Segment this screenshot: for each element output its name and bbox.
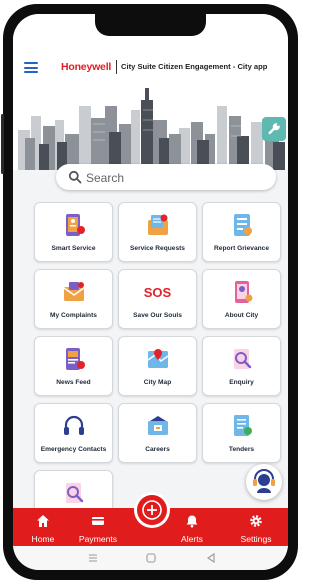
tile-label: News Feed [56,379,91,386]
tile-enquiry[interactable]: Enquiry [202,336,281,396]
tile-report-grievance[interactable]: Report Grievance [202,202,281,262]
nav-label: Alerts [181,534,203,544]
tile-label: Save Our Souls [133,312,182,319]
back-triangle-icon[interactable] [205,552,217,564]
support-agent-icon [253,469,275,493]
tile-emergency-contacts[interactable]: Emergency Contacts [34,403,113,463]
tile-label: Service Requests [130,245,185,252]
search-input[interactable] [84,164,268,192]
system-navigation-bar [13,546,288,570]
tile-about-city[interactable]: About City [202,269,281,329]
search-bar[interactable] [56,164,276,192]
tile-careers[interactable]: Careers [118,403,197,463]
tile-label: About City [224,312,259,319]
tile-save-our-souls[interactable]: SOS Save Our Souls [118,269,197,329]
tile-label: Careers [145,446,170,453]
document-search-icon [66,483,84,503]
about-city-icon [235,281,253,303]
add-request-fab[interactable] [137,495,167,525]
phone-frame: Honeywell City Suite Citizen Engagement … [1,4,298,580]
support-chat-button[interactable] [246,464,282,500]
tile-label: City Map [143,379,172,386]
nav-label: Settings [240,534,272,544]
tile-label: Tenders [228,446,255,453]
smart-service-icon [66,214,85,236]
nav-label: Home [31,534,55,544]
city-map-icon [147,349,169,368]
nav-settings[interactable]: Settings [231,511,281,545]
nav-home[interactable]: Home [18,511,68,545]
enquiry-icon [234,349,252,369]
card-icon [92,517,104,525]
service-requests-icon [148,214,168,235]
nav-payments[interactable]: Payments [73,511,123,545]
tile-smart-service[interactable]: Smart Service [34,202,113,262]
camera-notch [95,14,206,36]
tile-service-requests[interactable]: Service Requests [118,202,197,262]
tile-label: Smart Service [51,245,96,252]
app-title: City Suite Citizen Engagement - City app [121,62,268,71]
home-icon [37,515,49,527]
nav-alerts[interactable]: Alerts [167,511,217,545]
nav-label: Payments [78,534,118,544]
tenders-icon [234,415,252,436]
home-square-icon[interactable] [145,552,157,564]
recents-icon[interactable] [87,552,99,564]
tile-tenders[interactable]: Tenders [202,403,281,463]
plus-circle-icon [142,500,162,520]
tile-my-complaints[interactable]: My Complaints [34,269,113,329]
report-grievance-icon [234,214,252,236]
tile-news-feed[interactable]: News Feed [34,336,113,396]
complaints-envelope-icon [63,282,85,301]
app-screen: Honeywell City Suite Citizen Engagement … [13,14,288,570]
tools-button[interactable] [262,117,286,141]
search-icon [68,170,82,184]
tile-label: My Complaints [50,312,97,319]
tile-label: Emergency Contacts [40,446,107,453]
news-feed-icon [66,348,85,370]
tile-label: Enquiry [229,379,254,386]
careers-icon [148,416,168,435]
brand-logo: Honeywell [61,61,112,73]
sos-badge: SOS [143,285,172,300]
wrench-icon [268,123,280,135]
hamburger-menu-icon[interactable] [24,62,38,73]
tile-label: Report Grievance [214,245,269,252]
city-skyline-banner [13,76,288,170]
headset-icon [64,415,84,435]
gear-icon [250,515,262,527]
bell-icon [186,515,198,528]
tile-city-map[interactable]: City Map [118,336,197,396]
header-divider [116,60,117,74]
